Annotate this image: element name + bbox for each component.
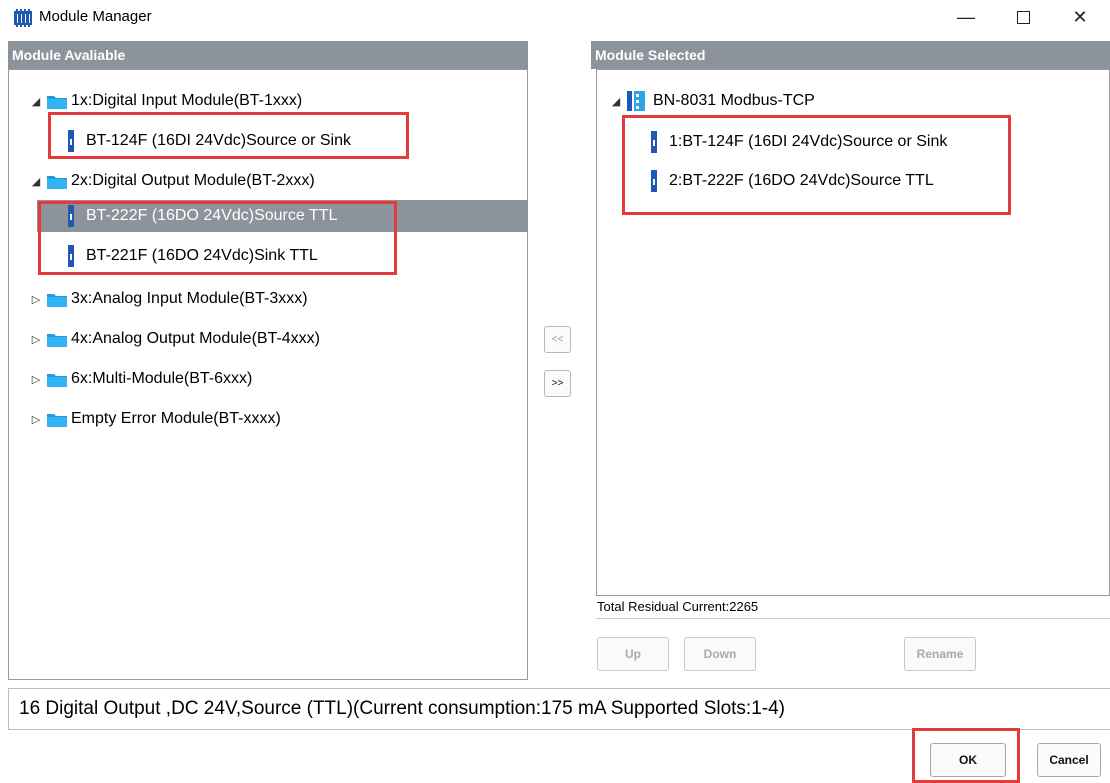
tree-group-label: 4x:Analog Output Module(BT-4xxx) (71, 330, 321, 347)
folder-icon (47, 334, 67, 347)
module-selected-header: Module Selected (591, 41, 1110, 69)
highlight-box (912, 728, 1020, 783)
collapse-arrow-icon[interactable]: ◢ (29, 175, 43, 188)
tree-group-label: Empty Error Module(BT-xxxx) (71, 410, 281, 427)
module-available-tree[interactable]: ◢ 1x:Digital Input Module(BT-1xxx) BT-12… (8, 69, 528, 680)
window-title: Module Manager (39, 8, 152, 25)
minimize-icon: — (957, 6, 975, 27)
rename-button[interactable]: Rename (904, 637, 976, 671)
module-available-header: Module Avaliable (8, 41, 528, 69)
device-icon (627, 91, 645, 111)
folder-icon (47, 374, 67, 387)
tree-group-label: 2x:Digital Output Module(BT-2xxx) (71, 172, 315, 189)
tree-root-label: BN-8031 Modbus-TCP (653, 92, 815, 109)
folder-icon (47, 96, 67, 109)
tree-group-digital-output[interactable]: ◢ 2x:Digital Output Module(BT-2xxx) (29, 165, 315, 197)
module-description: 16 Digital Output ,DC 24V,Source (TTL)(C… (8, 688, 1110, 730)
expand-arrow-icon[interactable]: ▷ (29, 333, 43, 346)
collapse-arrow-icon[interactable]: ◢ (609, 95, 623, 108)
module-selected-tree[interactable]: ◢ BN-8031 Modbus-TCP 1:BT-124F (16DI 24V… (596, 69, 1110, 596)
title-bar[interactable]: Module Manager — ✕ (0, 0, 1110, 36)
add-module-button[interactable]: >> (544, 370, 571, 397)
expand-arrow-icon[interactable]: ▷ (29, 373, 43, 386)
tree-group-label: 3x:Analog Input Module(BT-3xxx) (71, 290, 308, 307)
down-button[interactable]: Down (684, 637, 756, 671)
tree-group-empty-error[interactable]: ▷ Empty Error Module(BT-xxxx) (29, 403, 281, 435)
close-button[interactable]: ✕ (1057, 2, 1103, 32)
close-icon: ✕ (1072, 6, 1088, 27)
tree-group-analog-output[interactable]: ▷ 4x:Analog Output Module(BT-4xxx) (29, 323, 320, 355)
minimize-button[interactable]: — (943, 2, 989, 32)
tree-group-label: 1x:Digital Input Module(BT-1xxx) (71, 92, 303, 109)
app-icon (14, 9, 32, 27)
up-button[interactable]: Up (597, 637, 669, 671)
residual-current-text: Total Residual Current:2265 (597, 599, 759, 614)
divider (596, 618, 1110, 619)
maximize-button[interactable] (1000, 2, 1046, 32)
maximize-icon (1016, 10, 1030, 24)
folder-icon (47, 294, 67, 307)
expand-arrow-icon[interactable]: ▷ (29, 293, 43, 306)
highlight-box (38, 201, 397, 275)
collapse-arrow-icon[interactable]: ◢ (29, 95, 43, 108)
expand-arrow-icon[interactable]: ▷ (29, 413, 43, 426)
remove-module-button[interactable]: << (544, 326, 571, 353)
folder-icon (47, 176, 67, 189)
tree-root-device[interactable]: ◢ BN-8031 Modbus-TCP (609, 85, 815, 117)
tree-group-multi-module[interactable]: ▷ 6x:Multi-Module(BT-6xxx) (29, 363, 252, 395)
tree-group-label: 6x:Multi-Module(BT-6xxx) (71, 370, 253, 387)
tree-group-analog-input[interactable]: ▷ 3x:Analog Input Module(BT-3xxx) (29, 283, 308, 315)
cancel-button[interactable]: Cancel (1037, 743, 1101, 777)
folder-icon (47, 414, 67, 427)
highlight-box (622, 115, 1011, 215)
highlight-box (48, 112, 409, 159)
